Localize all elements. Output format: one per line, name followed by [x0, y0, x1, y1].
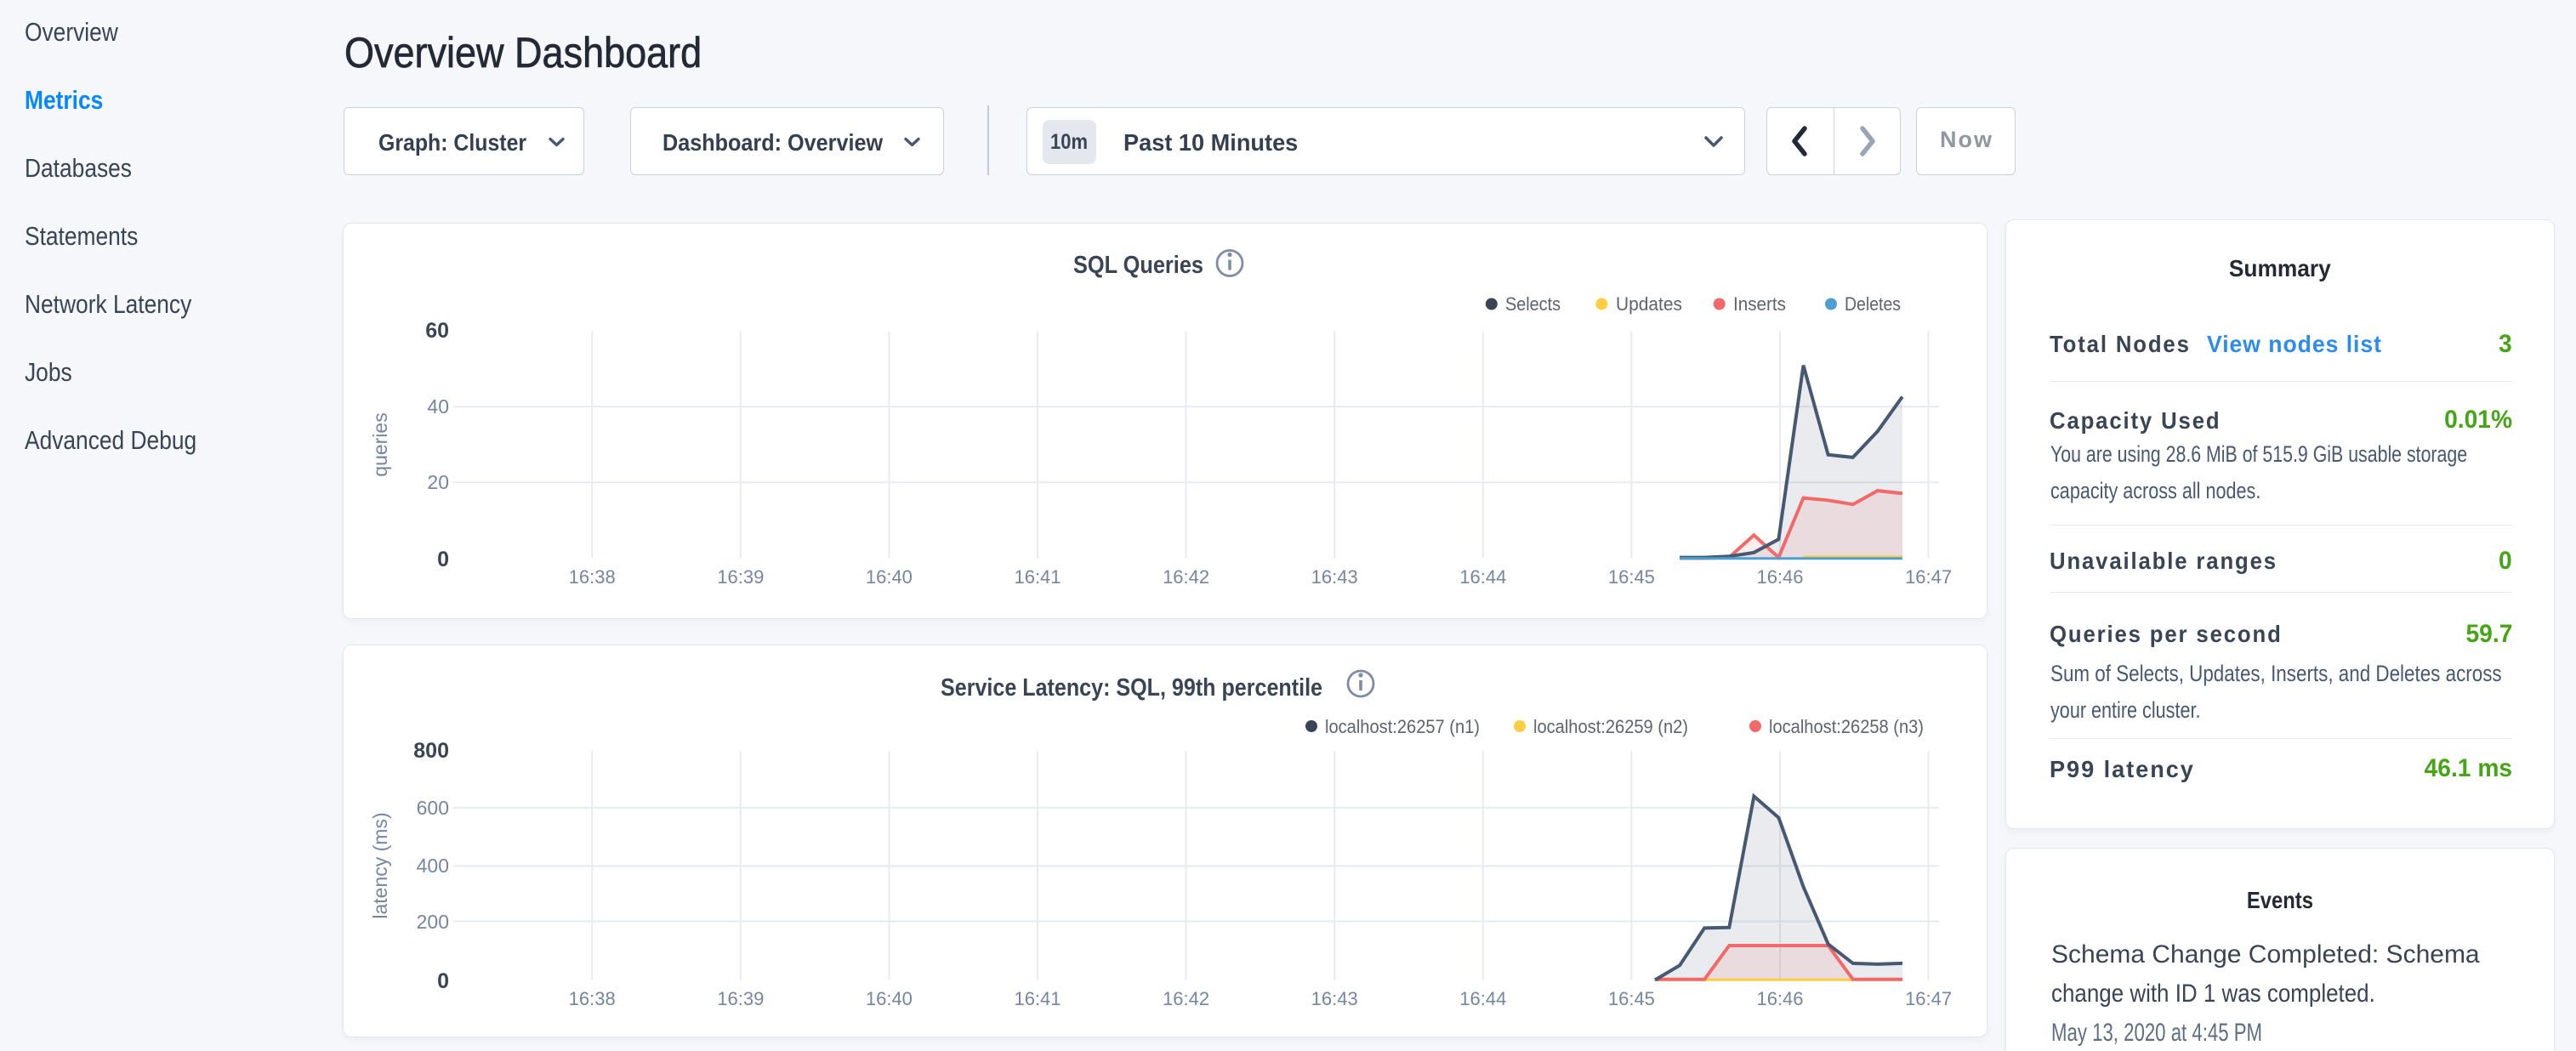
- svg-text:16:43: 16:43: [1311, 566, 1358, 588]
- svg-text:16:47: 16:47: [1905, 566, 1952, 588]
- svg-text:Selects: Selects: [1505, 293, 1561, 315]
- svg-text:Service Latency: SQL, 99th per: Service Latency: SQL, 99th percentile: [941, 674, 1322, 702]
- svg-text:16:44: 16:44: [1459, 566, 1506, 588]
- svg-text:16:38: 16:38: [569, 988, 616, 1009]
- svg-text:40: 40: [427, 395, 449, 418]
- svg-text:16:47: 16:47: [1905, 988, 1952, 1009]
- svg-text:20: 20: [427, 471, 449, 493]
- svg-text:latency (ms): latency (ms): [369, 812, 391, 918]
- svg-text:16:40: 16:40: [866, 988, 913, 1009]
- svg-text:200: 200: [417, 911, 449, 933]
- svg-text:localhost:26258 (n3): localhost:26258 (n3): [1769, 716, 1924, 737]
- svg-text:SQL Queries: SQL Queries: [1073, 252, 1203, 279]
- svg-text:16:42: 16:42: [1163, 988, 1209, 1009]
- svg-text:16:44: 16:44: [1459, 988, 1506, 1009]
- svg-text:Deletes: Deletes: [1845, 293, 1901, 315]
- svg-text:16:40: 16:40: [866, 566, 913, 588]
- svg-text:60: 60: [425, 319, 449, 343]
- svg-text:Inserts: Inserts: [1733, 293, 1786, 315]
- svg-text:400: 400: [417, 855, 449, 877]
- svg-text:localhost:26257 (n1): localhost:26257 (n1): [1325, 716, 1480, 737]
- svg-text:16:41: 16:41: [1014, 988, 1061, 1009]
- svg-text:16:46: 16:46: [1756, 566, 1803, 588]
- svg-text:16:46: 16:46: [1756, 988, 1803, 1009]
- svg-text:0: 0: [437, 548, 449, 571]
- svg-text:16:41: 16:41: [1014, 566, 1061, 588]
- svg-text:16:38: 16:38: [569, 566, 616, 588]
- svg-text:0: 0: [437, 969, 449, 993]
- svg-text:16:42: 16:42: [1163, 566, 1209, 588]
- svg-text:Updates: Updates: [1616, 293, 1682, 315]
- svg-text:queries: queries: [369, 412, 391, 476]
- svg-text:localhost:26259 (n2): localhost:26259 (n2): [1533, 716, 1688, 737]
- svg-text:16:45: 16:45: [1608, 566, 1655, 588]
- svg-text:16:45: 16:45: [1608, 988, 1655, 1009]
- svg-text:16:39: 16:39: [717, 988, 764, 1009]
- svg-text:16:43: 16:43: [1311, 988, 1358, 1009]
- svg-text:600: 600: [417, 797, 449, 819]
- svg-text:16:39: 16:39: [717, 566, 764, 588]
- svg-text:800: 800: [413, 739, 449, 763]
